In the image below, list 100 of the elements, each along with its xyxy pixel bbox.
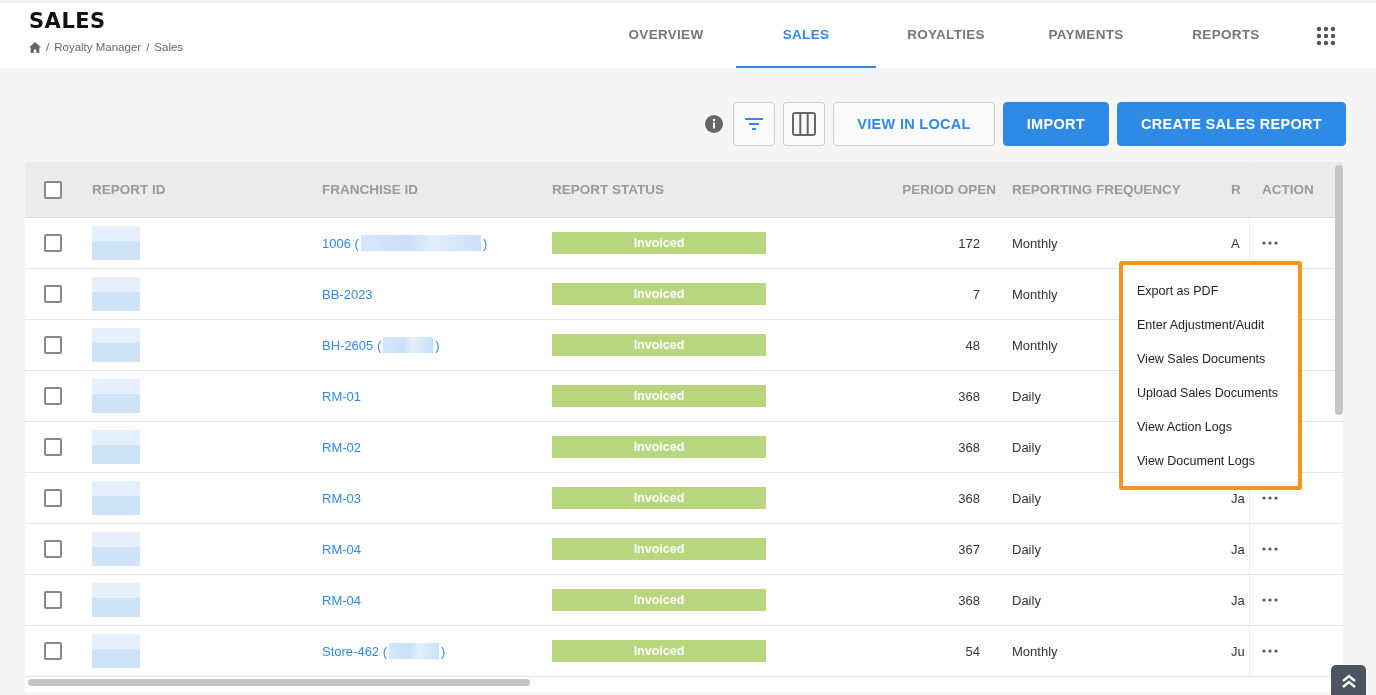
breadcrumb-link[interactable]: Sales [154,41,184,53]
status-badge: Invoiced [552,334,766,356]
table-cell: Ja [1231,490,1245,506]
menu-item[interactable]: View Sales Documents [1123,342,1298,376]
horizontal-scrollbar[interactable] [28,679,530,686]
status-badge: Invoiced [552,589,766,611]
vertical-scrollbar[interactable] [1335,165,1343,415]
redacted-text [92,226,140,260]
row-checkbox[interactable] [43,387,62,405]
row-checkbox[interactable] [43,285,62,303]
redacted-text [92,430,140,464]
column-header[interactable]: REPORTING FREQUENCY [1012,182,1181,197]
menu-item[interactable]: Export as PDF [1123,274,1298,308]
toolbar-button[interactable]: CREATE SALES REPORT [1116,102,1346,146]
nav-tab[interactable]: PAYMENTS [1016,3,1156,68]
status-badge: Invoiced [552,538,766,560]
table-cell: 172 [958,235,980,251]
row-checkbox[interactable] [43,234,62,252]
redacted-text [92,583,140,617]
column-header[interactable]: REPORT ID [92,182,166,197]
more-icon[interactable] [1262,598,1278,602]
column-header[interactable]: R [1231,182,1241,197]
table-cell: Monthly [1012,337,1058,353]
table-cell: 368 [958,388,980,404]
redacted-text [92,277,140,311]
franchise-link[interactable]: RM-04 [322,592,361,608]
row-checkbox[interactable] [43,540,62,558]
toolbar-button[interactable]: VIEW IN LOCAL [833,102,995,146]
row-checkbox[interactable] [43,438,62,456]
table-cell: Daily [1012,490,1041,506]
column-header[interactable]: PERIOD OPEN [902,182,996,197]
filter-button[interactable] [733,102,776,146]
more-icon[interactable] [1262,496,1278,500]
franchise-link[interactable]: RM-02 [322,439,361,455]
nav-tab[interactable]: REPORTS [1156,3,1296,68]
table-cell: 368 [958,439,980,455]
apps-grid-icon[interactable] [1316,25,1336,46]
table-cell: 367 [958,541,980,557]
franchise-link[interactable]: 1006 ( ) [322,235,488,251]
table-cell: 368 [958,592,980,608]
status-badge: Invoiced [552,232,766,254]
franchise-link[interactable]: BB-2023 [322,286,373,302]
franchise-link[interactable]: RM-01 [322,388,361,404]
column-header[interactable]: ACTION [1262,182,1314,197]
redacted-text [92,481,140,515]
table-cell: 368 [958,490,980,506]
columns-icon [792,112,817,136]
table-cell: Monthly [1012,286,1058,302]
table-cell: Monthly [1012,235,1058,251]
menu-item[interactable]: View Document Logs [1123,444,1298,478]
table-cell: Daily [1012,541,1041,557]
franchise-link[interactable]: Store-462 ( ) [322,643,446,659]
nav-tab[interactable]: ROYALTIES [876,3,1016,68]
menu-item[interactable]: Enter Adjustment/Audit [1123,308,1298,342]
redacted-text [92,634,140,668]
franchise-link[interactable]: RM-04 [322,541,361,557]
nav-tab[interactable]: OVERVIEW [596,3,736,68]
franchise-link[interactable]: BH-2605 ( ) [322,337,440,353]
redacted-text [92,328,140,362]
menu-item[interactable]: Upload Sales Documents [1123,376,1298,410]
status-badge: Invoiced [552,436,766,458]
table-cell: 7 [972,286,980,302]
columns-button[interactable] [783,102,826,146]
breadcrumb-separator: / [46,41,50,53]
more-icon[interactable] [1262,547,1278,551]
more-icon[interactable] [1262,649,1278,653]
table-cell: Daily [1012,592,1041,608]
redacted-text [383,337,434,353]
table-cell: Ju [1231,643,1245,659]
redacted-text [92,379,140,413]
row-checkbox[interactable] [43,336,62,354]
double-chevron-up-icon [1340,673,1357,689]
table-cell: 54 [965,643,980,659]
row-checkbox[interactable] [43,642,62,660]
breadcrumb-link[interactable]: Royalty Manager [54,41,142,53]
home-icon[interactable] [29,41,41,53]
more-icon[interactable] [1262,241,1278,245]
redacted-text [389,643,440,659]
status-badge: Invoiced [552,385,766,407]
status-badge: Invoiced [552,640,766,662]
column-header[interactable]: FRANCHISE ID [322,182,418,197]
page-title: SALES [29,9,107,33]
table-cell: A [1231,235,1240,251]
status-badge: Invoiced [552,283,766,305]
select-all-checkbox[interactable] [43,180,62,199]
table-cell: Daily [1012,388,1041,404]
row-checkbox[interactable] [43,489,62,507]
status-badge: Invoiced [552,487,766,509]
column-header[interactable]: REPORT STATUS [552,182,664,197]
info-icon[interactable] [705,115,724,133]
menu-item[interactable]: View Action Logs [1123,410,1298,444]
filter-icon [745,118,764,130]
table-cell: 48 [965,337,980,353]
toolbar-button[interactable]: IMPORT [1002,102,1109,146]
franchise-link[interactable]: RM-03 [322,490,361,506]
scroll-top-button[interactable] [1331,665,1366,695]
row-checkbox[interactable] [43,591,62,609]
nav-tab[interactable]: SALES [736,3,876,68]
table-cell: Ja [1231,592,1245,608]
table-cell: Daily [1012,439,1041,455]
